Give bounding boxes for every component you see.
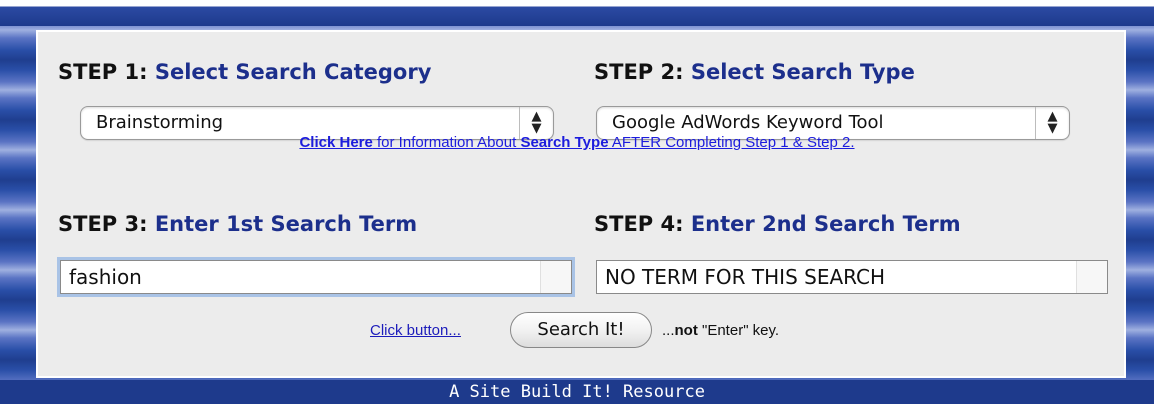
- step1-label: STEP 1:: [58, 60, 148, 84]
- first-search-term-input[interactable]: fashion: [60, 260, 572, 294]
- note-rest: "Enter" key.: [697, 322, 780, 339]
- not-enter-key-note: ...not "Enter" key.: [662, 322, 779, 339]
- step4-label: STEP 4:: [594, 212, 684, 236]
- step3-label: STEP 3:: [58, 212, 148, 236]
- search-type-info-line: Click Here for Information About Search …: [0, 134, 1154, 151]
- step3-heading: STEP 3: Enter 1st Search Term: [58, 212, 417, 236]
- info-text-2: AFTER Completing Step 1 & Step 2.: [608, 134, 855, 151]
- search-type-link[interactable]: Search Type: [520, 134, 608, 151]
- frame-top-border: [0, 0, 1154, 26]
- step1-heading: STEP 1: Select Search Category: [58, 60, 431, 84]
- search-category-value: Brainstorming: [96, 112, 224, 133]
- step2-label: STEP 2:: [594, 60, 684, 84]
- search-type-value: Google AdWords Keyword Tool: [612, 112, 884, 133]
- search-it-button[interactable]: Search It!: [510, 312, 652, 348]
- click-button-label[interactable]: Click button...: [370, 322, 461, 339]
- click-button-link[interactable]: Click button...: [370, 322, 461, 339]
- second-search-term-input[interactable]: NO TERM FOR THIS SEARCH: [596, 260, 1108, 294]
- step2-heading: STEP 2: Select Search Type: [594, 60, 915, 84]
- note-dots: ...: [662, 322, 675, 339]
- step3-title: Enter 1st Search Term: [154, 212, 418, 236]
- input-endcap: [1076, 261, 1107, 293]
- step4-heading: STEP 4: Enter 2nd Search Term: [594, 212, 961, 236]
- first-search-term-value: fashion: [69, 265, 142, 289]
- action-row: Click button... Search It! ...not "Enter…: [0, 312, 1154, 348]
- input-endcap: [540, 261, 571, 293]
- step4-title: Enter 2nd Search Term: [690, 212, 961, 236]
- step1-title: Select Search Category: [154, 60, 432, 84]
- click-here-link[interactable]: Click Here: [299, 134, 372, 151]
- footer-text: A Site Build It! Resource: [449, 382, 705, 402]
- info-text-1: for Information About: [372, 134, 521, 151]
- second-search-term-value: NO TERM FOR THIS SEARCH: [605, 265, 886, 289]
- step2-title: Select Search Type: [690, 60, 915, 84]
- note-not: not: [674, 322, 698, 339]
- footer-bar: A Site Build It! Resource: [0, 380, 1154, 404]
